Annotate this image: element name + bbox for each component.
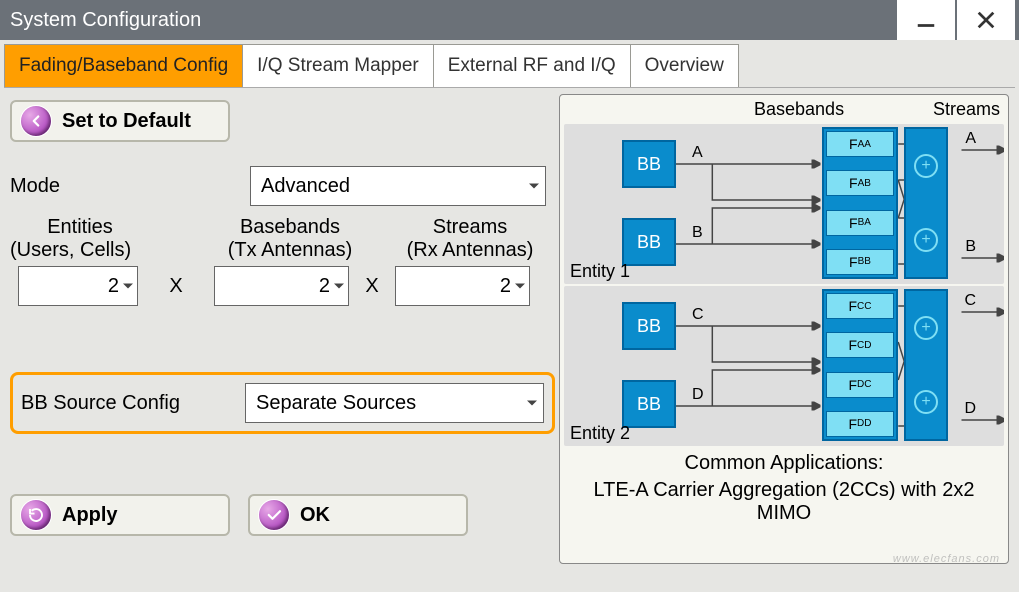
watermark: www.elecfans.com <box>893 553 1000 565</box>
stream-d-label: D <box>964 400 976 418</box>
fader-ab: FAB <box>826 170 894 196</box>
bb-block-a: BB <box>622 140 676 188</box>
tab-iq-stream-mapper[interactable]: I/Q Stream Mapper <box>242 44 434 87</box>
fader-cd: FCD <box>826 332 894 358</box>
tabs-bar: Fading/Baseband Config I/Q Stream Mapper… <box>4 44 1015 88</box>
stream-a-label: A <box>965 130 976 148</box>
bb-block-b: BB <box>622 218 676 266</box>
tab-body: Set to Default Mode Advanced Entities (U… <box>4 88 1015 570</box>
set-to-default-label: Set to Default <box>62 110 191 133</box>
mode-value: Advanced <box>261 175 350 198</box>
signal-a-label: A <box>692 144 703 162</box>
signal-d-label: D <box>692 386 704 404</box>
basebands-value: 2 <box>319 275 330 298</box>
streams-value: 2 <box>500 275 511 298</box>
streams-header: Streams <box>400 216 540 239</box>
check-icon <box>258 499 290 531</box>
streams-spinbox[interactable]: 2 <box>395 266 530 306</box>
fader-cc: FCC <box>826 293 894 319</box>
summer-group-1: + + <box>904 127 948 279</box>
fader-group-2: FCC FCD FDC FDD <box>822 289 898 441</box>
stream-b-label: B <box>965 238 976 256</box>
diagram-caption-1: Common Applications: <box>562 448 1006 479</box>
multiply-symbol-1: X <box>138 275 214 298</box>
entities-value: 2 <box>108 275 119 298</box>
window-titlebar: System Configuration <box>0 0 1019 40</box>
entities-header: Entities <box>10 216 140 239</box>
summer-group-2: + + <box>904 289 948 441</box>
fader-dc: FDC <box>826 372 894 398</box>
diagram-streams-label: Streams <box>924 99 1000 120</box>
left-panel: Set to Default Mode Advanced Entities (U… <box>10 94 555 564</box>
bb-source-config-group: BB Source Config Separate Sources <box>10 372 555 434</box>
entity-2-label: Entity 2 <box>570 423 630 444</box>
mode-dropdown[interactable]: Advanced <box>250 166 546 206</box>
tab-overview[interactable]: Overview <box>630 44 739 87</box>
entity-2-block: BB BB C D FCC FCD FDC FDD + + C D Entity… <box>564 286 1004 446</box>
basebands-spinbox[interactable]: 2 <box>214 266 349 306</box>
summer-a: + <box>914 154 938 178</box>
apply-label: Apply <box>62 504 118 527</box>
basebands-header: Basebands <box>220 216 360 239</box>
streams-subheader: (Rx Antennas) <box>400 239 540 262</box>
fader-aa: FAA <box>826 131 894 157</box>
summer-c: + <box>914 316 938 340</box>
topology-diagram: Basebands Streams <box>559 94 1009 564</box>
refresh-icon <box>20 499 52 531</box>
close-button[interactable] <box>957 0 1015 40</box>
basebands-subheader: (Tx Antennas) <box>220 239 360 262</box>
ok-button[interactable]: OK <box>248 494 468 536</box>
stream-c-label: C <box>964 292 976 310</box>
diagram-caption-2: LTE-A Carrier Aggregation (2CCs) with 2x… <box>562 479 1006 529</box>
close-icon <box>975 9 997 31</box>
summer-d: + <box>914 390 938 414</box>
bb-source-config-label: BB Source Config <box>21 388 245 419</box>
bb-block-d: BB <box>622 380 676 428</box>
set-to-default-button[interactable]: Set to Default <box>10 100 230 142</box>
ok-label: OK <box>300 504 330 527</box>
content-area: Fading/Baseband Config I/Q Stream Mapper… <box>0 40 1019 592</box>
entity-1-block: BB BB A B FAA FAB FBA FBB + + A B Entity… <box>564 124 1004 284</box>
entities-subheader: (Users, Cells) <box>10 239 140 262</box>
fader-group-1: FAA FAB FBA FBB <box>822 127 898 279</box>
signal-b-label: B <box>692 224 703 242</box>
arrow-left-icon <box>20 105 52 137</box>
mode-label: Mode <box>10 171 250 202</box>
diagram-basebands-label: Basebands <box>754 99 924 120</box>
apply-button[interactable]: Apply <box>10 494 230 536</box>
window-title: System Configuration <box>4 9 897 32</box>
entity-1-label: Entity 1 <box>570 261 630 282</box>
bb-source-config-value: Separate Sources <box>256 392 416 415</box>
summer-b: + <box>914 228 938 252</box>
fader-ba: FBA <box>826 210 894 236</box>
multiply-symbol-2: X <box>349 275 395 298</box>
fader-dd: FDD <box>826 411 894 437</box>
signal-c-label: C <box>692 306 704 324</box>
minimize-button[interactable] <box>897 0 955 40</box>
fader-bb: FBB <box>826 249 894 275</box>
tab-external-rf-iq[interactable]: External RF and I/Q <box>433 44 631 87</box>
entities-spinbox[interactable]: 2 <box>18 266 138 306</box>
bb-source-config-dropdown[interactable]: Separate Sources <box>245 383 544 423</box>
bb-block-c: BB <box>622 302 676 350</box>
tab-fading-baseband-config[interactable]: Fading/Baseband Config <box>4 44 243 87</box>
minimize-icon <box>915 9 937 31</box>
